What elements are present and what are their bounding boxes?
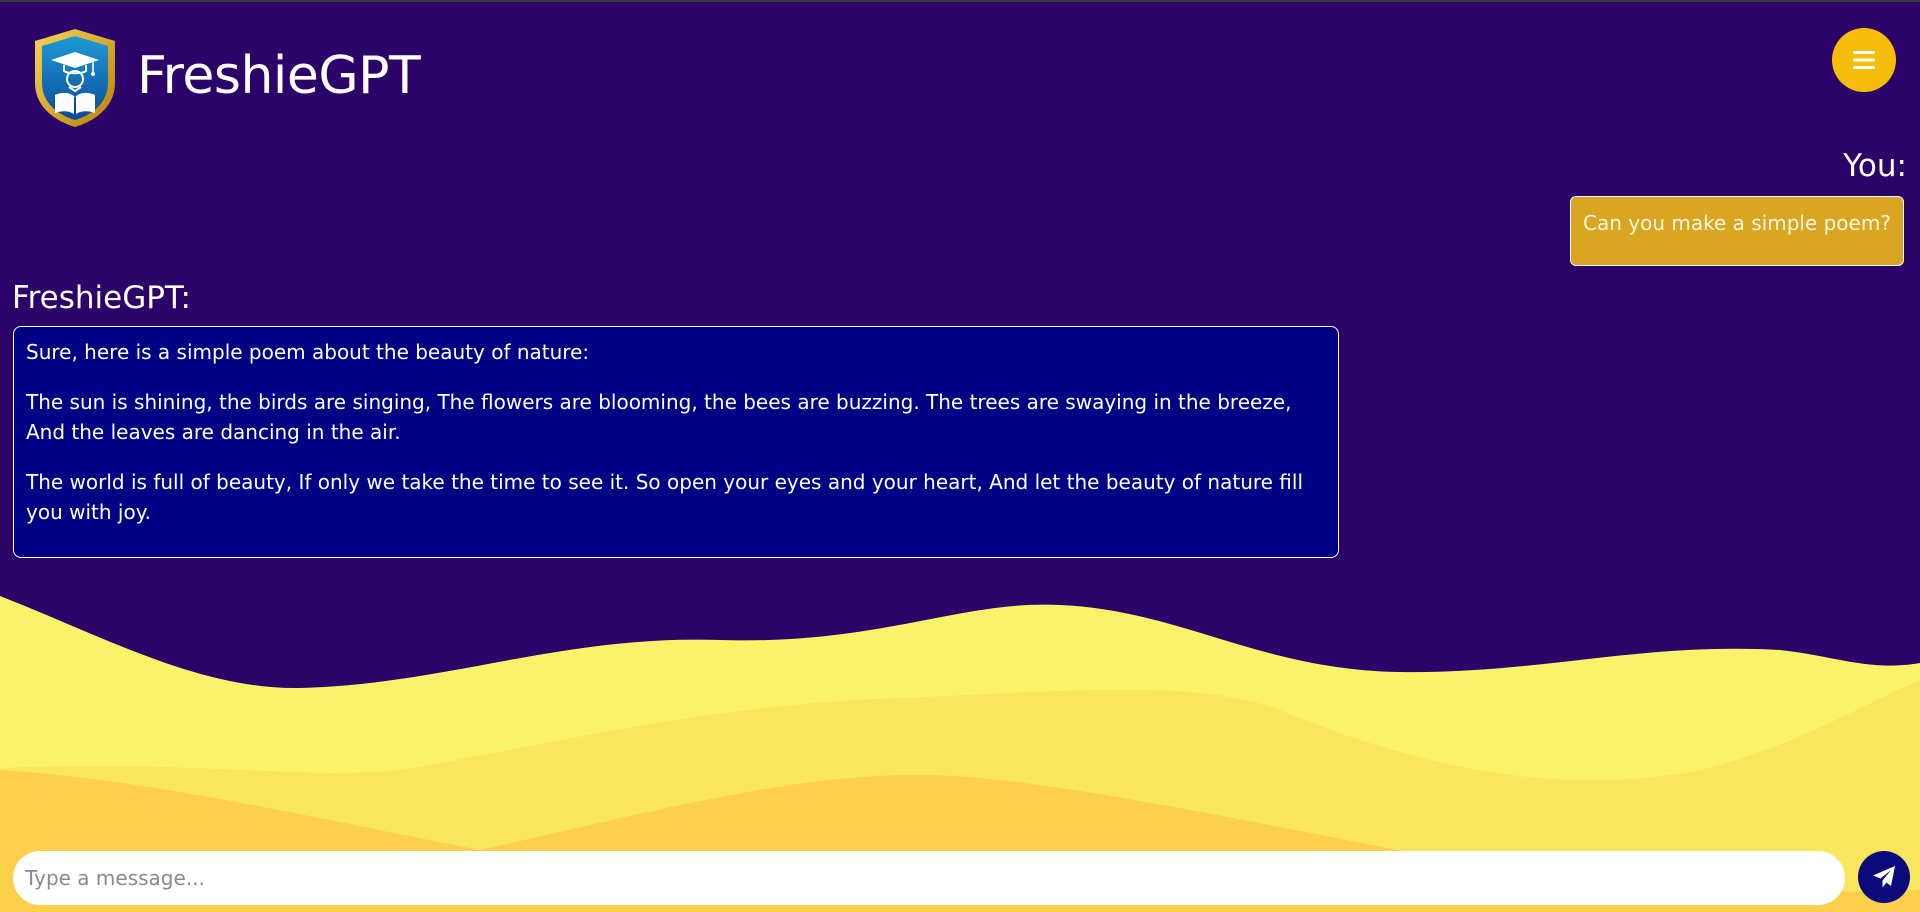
send-button[interactable] bbox=[1858, 851, 1910, 903]
user-sender-label: You: bbox=[1843, 148, 1907, 184]
freshie-logo-icon bbox=[33, 27, 117, 129]
bot-message-paragraph: The sun is shining, the birds are singin… bbox=[26, 390, 1292, 444]
bot-message-paragraph: The world is full of beauty, If only we … bbox=[26, 470, 1304, 524]
menu-button[interactable] bbox=[1832, 28, 1896, 92]
message-input[interactable] bbox=[13, 851, 1845, 905]
bot-message-bubble: Sure, here is a simple poem about the be… bbox=[13, 326, 1339, 558]
hamburger-menu-icon bbox=[1853, 51, 1875, 69]
bot-sender-label: FreshieGPT: bbox=[12, 280, 191, 316]
app-title: FreshieGPT bbox=[137, 46, 421, 106]
bot-message-paragraph: Sure, here is a simple poem about the be… bbox=[26, 340, 590, 364]
user-message-bubble: Can you make a simple poem? bbox=[1570, 196, 1904, 266]
paper-plane-icon bbox=[1873, 866, 1895, 888]
